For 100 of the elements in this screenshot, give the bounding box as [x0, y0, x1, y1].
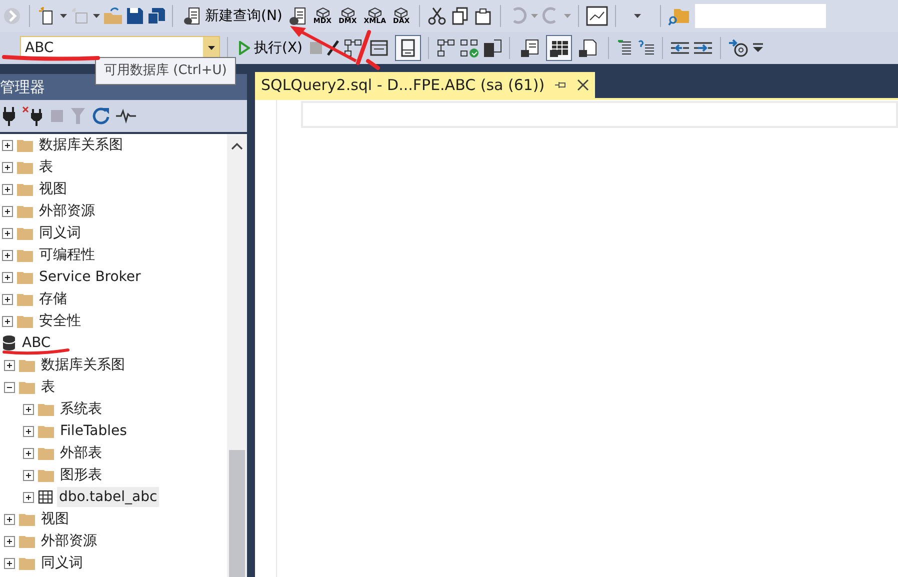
tree-item[interactable]: 同义词: [39, 553, 85, 573]
tree-item[interactable]: 表: [37, 157, 55, 177]
expander-expand-icon[interactable]: [4, 360, 15, 370]
tree-item[interactable]: ABC: [20, 333, 53, 353]
expander-expand-icon[interactable]: [4, 536, 15, 546]
save-icon[interactable]: [126, 7, 144, 25]
search-field[interactable]: [694, 4, 826, 28]
caret-icon[interactable]: [634, 14, 642, 18]
save-all-icon[interactable]: [147, 7, 165, 25]
close-icon[interactable]: [576, 79, 589, 91]
results-pane-button[interactable]: [394, 35, 421, 61]
refresh-icon[interactable]: [92, 107, 110, 125]
tree-item[interactable]: 同义词: [37, 223, 83, 243]
new-query-button[interactable]: 新建查询(N): [180, 4, 286, 28]
folder-icon: [19, 358, 35, 372]
scroll-thumb[interactable]: [229, 450, 245, 577]
caret-icon[interactable]: [60, 14, 67, 18]
expander-expand-icon[interactable]: [2, 316, 13, 326]
tree-item[interactable]: 数据库关系图: [39, 355, 127, 375]
connect-icon[interactable]: [2, 106, 16, 126]
folder-icon: [38, 468, 54, 482]
open-folder-icon[interactable]: [103, 6, 123, 26]
statistics-icon[interactable]: [482, 38, 502, 58]
results-text-icon: [520, 38, 540, 58]
tree-item[interactable]: 安全性: [37, 311, 83, 331]
expander-expand-icon[interactable]: [2, 250, 13, 260]
paste-icon[interactable]: [472, 6, 493, 26]
specify-parameters-icon[interactable]: [728, 38, 750, 58]
expander-expand-icon[interactable]: [2, 184, 13, 194]
scroll-up-icon[interactable]: [231, 142, 243, 150]
tree-item[interactable]: dbo.tabel_abc: [57, 487, 160, 507]
tree-item[interactable]: 存储: [37, 289, 69, 309]
folder-icon: [17, 314, 33, 328]
folder-icon: [19, 512, 35, 526]
folder-icon: [38, 446, 54, 460]
tree-item[interactable]: 数据库关系图: [37, 135, 125, 155]
tree-item[interactable]: 表: [39, 377, 57, 397]
folder-icon: [17, 292, 33, 306]
comment-lines-icon[interactable]: [616, 39, 634, 57]
expander-expand-icon[interactable]: [23, 404, 34, 414]
tree-item[interactable]: Service Broker: [37, 267, 143, 287]
pin-icon[interactable]: [554, 80, 567, 90]
cube-icon: [314, 7, 330, 18]
folder-icon: [19, 380, 35, 394]
copy-icon[interactable]: [450, 6, 470, 26]
folder-search-icon[interactable]: [668, 6, 690, 26]
plan-icon[interactable]: [342, 38, 363, 58]
tree-item[interactable]: 外部资源: [37, 201, 97, 221]
expander-collapse-icon[interactable]: [4, 382, 15, 392]
expander-expand-icon[interactable]: [2, 206, 13, 216]
caret-icon[interactable]: [93, 14, 100, 18]
tree-item[interactable]: 图形表: [58, 465, 104, 485]
expander-expand-icon[interactable]: [23, 470, 34, 480]
activity-monitor-icon[interactable]: [116, 108, 136, 124]
tooltip: 可用数据库 (Ctrl+U): [95, 57, 236, 84]
cut-icon[interactable]: [426, 6, 447, 26]
chart-window-icon[interactable]: [586, 6, 608, 26]
uncomment-lines-icon[interactable]: [636, 39, 655, 57]
plan-check-icon[interactable]: [458, 38, 479, 58]
expander-expand-icon[interactable]: [2, 294, 13, 304]
folder-icon: [17, 138, 33, 152]
query-file-icon: [183, 6, 201, 26]
disconnect-icon[interactable]: [22, 106, 44, 126]
plan-icon[interactable]: [436, 38, 456, 58]
results-file-icon: [578, 38, 598, 58]
folder-icon: [17, 160, 33, 174]
expander-expand-icon[interactable]: [2, 272, 13, 282]
overflow-icon[interactable]: [752, 43, 763, 53]
cube-icon: [393, 7, 410, 18]
panel-title: 管理器: [0, 76, 45, 98]
folder-icon: [19, 556, 35, 570]
window-icon: [368, 38, 389, 58]
expander-expand-icon[interactable]: [23, 448, 34, 458]
folder-icon: [17, 182, 33, 196]
tree-item[interactable]: 外部表: [58, 443, 104, 463]
scrollbar[interactable]: [227, 134, 247, 577]
expander-expand-icon[interactable]: [4, 514, 15, 524]
cube-icon: [340, 7, 356, 18]
expander-expand-icon[interactable]: [2, 162, 13, 172]
database-query-icon[interactable]: [288, 6, 308, 26]
tree-item[interactable]: 视图: [37, 179, 69, 199]
execute-button[interactable]: 执行(X): [235, 36, 306, 60]
expander-expand-icon[interactable]: [4, 558, 15, 568]
tree-item[interactable]: 系统表: [58, 399, 104, 419]
database-row[interactable]: ABC: [0, 332, 227, 354]
annotation-underline: [2, 348, 70, 355]
cube-icon: [366, 7, 383, 18]
tree-item[interactable]: 可编程性: [37, 245, 97, 265]
expander-expand-icon[interactable]: [23, 426, 34, 436]
expander-expand-icon[interactable]: [23, 492, 34, 502]
results-grid-button[interactable]: [546, 35, 572, 61]
tree-item[interactable]: 视图: [39, 509, 71, 529]
dropdown-caret-icon[interactable]: [208, 46, 214, 50]
tree-item[interactable]: 外部资源: [39, 531, 99, 551]
expander-expand-icon[interactable]: [2, 140, 13, 150]
folder-icon: [19, 534, 35, 548]
folder-icon: [38, 402, 54, 416]
expander-expand-icon[interactable]: [2, 228, 13, 238]
tree-item[interactable]: FileTables: [58, 421, 129, 441]
editor-tab[interactable]: SQLQuery2.sql - D...FPE.ABC (sa (61)): [255, 72, 595, 98]
